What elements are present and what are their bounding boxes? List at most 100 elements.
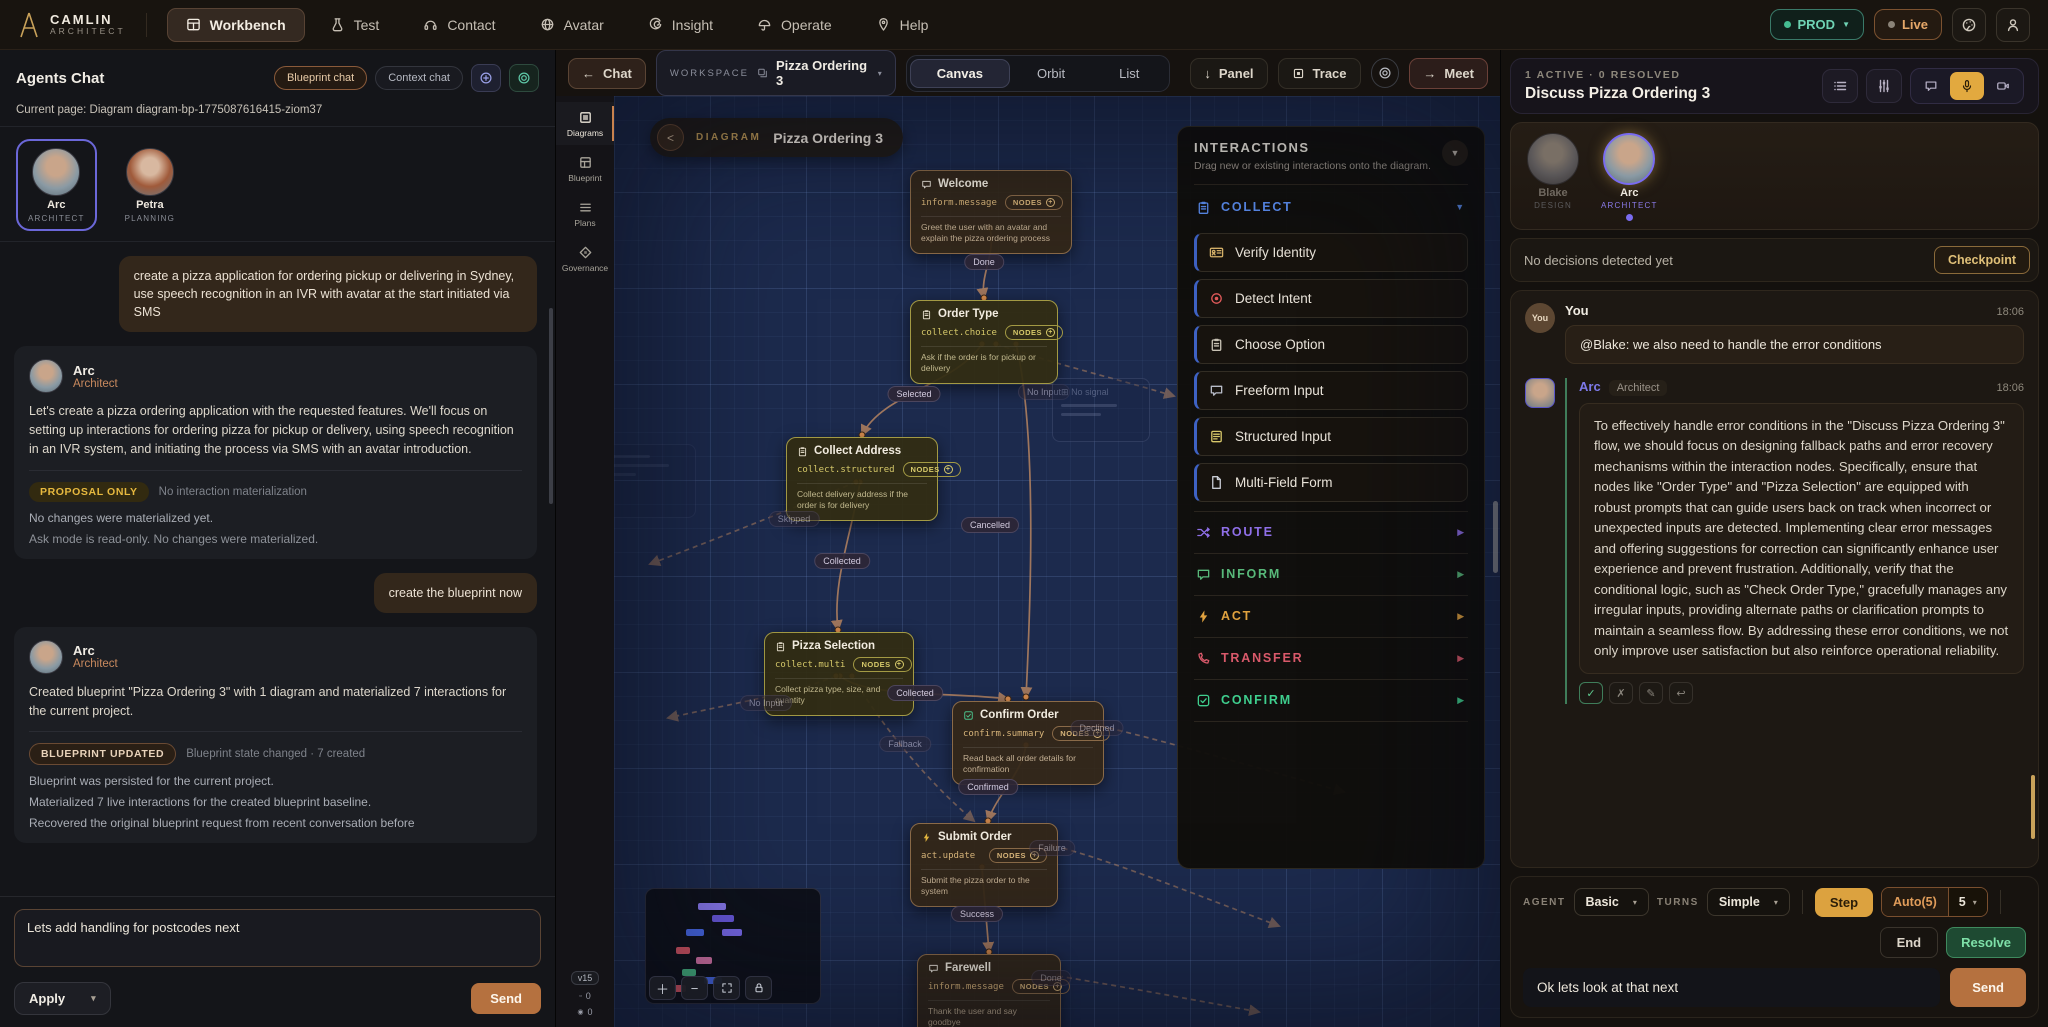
meeting-chat[interactable]: You You 18:06 @Blake: we also need to ha… xyxy=(1510,290,2039,868)
node-confirm-order[interactable]: Confirm Orderconfirm.summaryNODES +Read … xyxy=(952,701,1104,785)
node-farewell[interactable]: Farewellinform.messageNODES +Thank the u… xyxy=(917,954,1061,1027)
add-chat-button[interactable] xyxy=(471,64,501,92)
chat-input[interactable]: Lets add handling for postcodes next xyxy=(14,909,541,967)
lock-button[interactable] xyxy=(745,976,772,1000)
meeting-send-button[interactable]: Send xyxy=(1950,968,2026,1007)
accept-button[interactable]: ✓ xyxy=(1579,682,1603,704)
live-badge[interactable]: Live xyxy=(1874,9,1942,40)
nav-item-test[interactable]: Test xyxy=(311,8,399,42)
group-header-transfer[interactable]: TRANSFER▶ xyxy=(1194,640,1468,677)
minimap-node xyxy=(686,929,704,936)
message-note: Recovered the original blueprint request… xyxy=(29,816,522,830)
group-header-inform[interactable]: INFORM▶ xyxy=(1194,556,1468,593)
edit-button[interactable]: ✎ xyxy=(1639,682,1663,704)
interaction-choose-option[interactable]: Choose Option xyxy=(1194,325,1468,364)
collapse-panel-button[interactable]: ▼ xyxy=(1442,140,1468,166)
scrollbar[interactable] xyxy=(2031,775,2035,839)
rail-item-governance[interactable]: Governance xyxy=(556,237,614,280)
nav-item-insight[interactable]: Insight xyxy=(629,8,732,42)
canvas-toolbar: ←Chat WORKSPACE Pizza Ordering 3 ▾ Canva… xyxy=(556,50,1500,96)
interaction-multi-field-form[interactable]: Multi-Field Form xyxy=(1194,463,1468,502)
nav-item-contact[interactable]: Contact xyxy=(404,8,514,42)
text-mode-button[interactable] xyxy=(1914,72,1948,100)
theme-palette-button[interactable] xyxy=(1952,8,1986,42)
rail-item-blueprint[interactable]: Blueprint xyxy=(556,147,614,190)
nodes-badge[interactable]: NODES + xyxy=(903,462,961,477)
meet-button[interactable]: →Meet xyxy=(1409,58,1488,89)
node-order-type[interactable]: Order Typecollect.choiceNODES +Ask if th… xyxy=(910,300,1058,384)
zoom-in-button[interactable]: ＋ xyxy=(649,976,676,1000)
reply-button[interactable]: ↩ xyxy=(1669,682,1693,704)
nodes-badge[interactable]: NODES + xyxy=(1005,325,1063,340)
meeting-panel: 1 ACTIVE · 0 RESOLVED Discuss Pizza Orde… xyxy=(1500,50,2048,1027)
tab-canvas[interactable]: Canvas xyxy=(910,59,1010,88)
collapse-diagram-button[interactable]: < xyxy=(657,124,684,151)
record-button[interactable] xyxy=(1371,58,1400,88)
participant-blake[interactable]: Blake DESIGN xyxy=(1527,133,1579,221)
diagram-canvas[interactable]: Welcomeinform.messageNODES +Greet the us… xyxy=(614,96,1500,1027)
scrollbar[interactable] xyxy=(549,308,553,504)
panel-button[interactable]: ↓Panel xyxy=(1190,58,1267,89)
workspace-select[interactable]: WORKSPACE Pizza Ordering 3 ▾ xyxy=(656,50,896,96)
turns-select[interactable]: Simple▾ xyxy=(1707,888,1790,916)
nav-item-help[interactable]: Help xyxy=(857,8,948,42)
agent-role: PLANNING xyxy=(125,214,176,223)
group-header-confirm[interactable]: CONFIRM▶ xyxy=(1194,682,1468,719)
agent-card-arc[interactable]: Arc ARCHITECT xyxy=(16,139,97,231)
node-collect-address[interactable]: Collect Addresscollect.structuredNODES +… xyxy=(786,437,938,521)
video-mode-button[interactable] xyxy=(1986,72,2020,100)
agenda-list-button[interactable] xyxy=(1822,69,1858,103)
speaking-dot-icon xyxy=(1626,214,1633,221)
participant-role: ARCHITECT xyxy=(1601,201,1658,210)
meeting-header: 1 ACTIVE · 0 RESOLVED Discuss Pizza Orde… xyxy=(1510,58,2039,114)
env-badge[interactable]: PROD▼ xyxy=(1770,9,1864,40)
voice-mode-button[interactable] xyxy=(1950,72,1984,100)
meeting-message-input[interactable] xyxy=(1523,968,1940,1007)
zoom-out-button[interactable]: − xyxy=(681,976,708,1000)
nodes-badge[interactable]: NODES + xyxy=(1005,195,1063,210)
nav-item-operate[interactable]: Operate xyxy=(738,8,851,42)
tab-orbit[interactable]: Orbit xyxy=(1010,59,1092,88)
agent-select[interactable]: Basic▾ xyxy=(1574,888,1649,916)
back-to-chat-button[interactable]: ←Chat xyxy=(568,58,646,89)
group-header-collect[interactable]: COLLECT▼ xyxy=(1194,189,1468,226)
interaction-detect-intent[interactable]: Detect Intent xyxy=(1194,279,1468,318)
group-header-act[interactable]: ACT▶ xyxy=(1194,598,1468,635)
trace-button[interactable]: Trace xyxy=(1278,58,1361,89)
scrollbar[interactable] xyxy=(1493,501,1498,573)
nav-item-workbench[interactable]: Workbench xyxy=(167,8,305,42)
resolve-button[interactable]: Resolve xyxy=(1946,927,2026,958)
send-button[interactable]: Send xyxy=(471,983,541,1014)
avatar xyxy=(29,359,63,393)
step-button[interactable]: Step xyxy=(1815,888,1873,917)
group-header-route[interactable]: ROUTE▶ xyxy=(1194,514,1468,551)
focus-button[interactable] xyxy=(509,64,539,92)
mixer-button[interactable] xyxy=(1866,69,1902,103)
interaction-verify-identity[interactable]: Verify Identity xyxy=(1194,233,1468,272)
minimap-node xyxy=(712,915,734,922)
participant-arc[interactable]: Arc ARCHITECT xyxy=(1601,133,1658,221)
reject-button[interactable]: ✗ xyxy=(1609,682,1633,704)
tab-context-chat[interactable]: Context chat xyxy=(375,66,463,90)
nav-item-avatar[interactable]: Avatar xyxy=(521,8,623,42)
rail-item-plans[interactable]: Plans xyxy=(556,192,614,235)
agents-chat-scroll[interactable]: create a pizza application for ordering … xyxy=(0,242,555,896)
interaction-structured-input[interactable]: Structured Input xyxy=(1194,417,1468,456)
interaction-freeform-input[interactable]: Freeform Input xyxy=(1194,371,1468,410)
checkpoint-button[interactable]: Checkpoint xyxy=(1934,246,2030,274)
apply-mode-select[interactable]: Apply▾ xyxy=(14,982,111,1015)
nodes-badge[interactable]: NODES + xyxy=(853,657,911,672)
tab-list[interactable]: List xyxy=(1092,59,1166,88)
account-button[interactable] xyxy=(1996,8,2030,42)
auto-count-select[interactable]: 5▾ xyxy=(1948,888,1987,916)
divider xyxy=(1194,184,1468,185)
auto-button[interactable]: Auto(5) xyxy=(1882,888,1948,916)
node-welcome[interactable]: Welcomeinform.messageNODES +Greet the us… xyxy=(910,170,1072,254)
agent-card-petra[interactable]: Petra PLANNING xyxy=(113,139,188,231)
interaction-group-inform: INFORM▶ xyxy=(1194,554,1468,596)
fit-view-button[interactable] xyxy=(713,976,740,1000)
rail-item-diagrams[interactable]: Diagrams xyxy=(556,102,614,145)
tab-blueprint-chat[interactable]: Blueprint chat xyxy=(274,66,367,90)
node-submit-order[interactable]: Submit Orderact.updateNODES +Submit the … xyxy=(910,823,1058,907)
end-button[interactable]: End xyxy=(1880,927,1939,958)
